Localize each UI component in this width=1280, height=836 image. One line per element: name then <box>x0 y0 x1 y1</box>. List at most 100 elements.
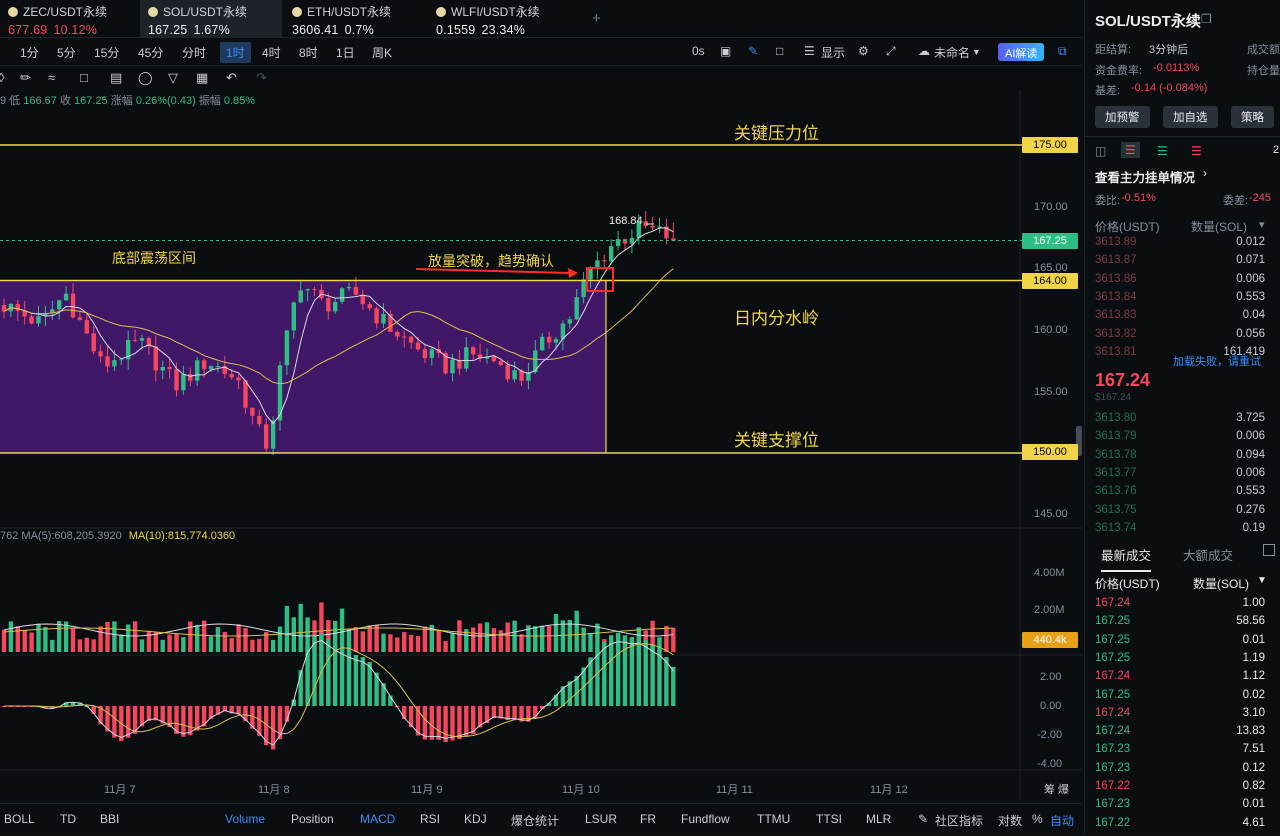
orderbook-row[interactable]: 3613.84 0.553 <box>1085 291 1280 309</box>
interval-1d[interactable]: 1日 <box>336 44 355 61</box>
log-scale-toggle[interactable]: 对数 <box>998 812 1022 829</box>
orderbook-row[interactable]: 3613.80 3.725 <box>1085 412 1280 430</box>
tab-latest-trades[interactable]: 最新成交 <box>1101 545 1152 572</box>
chevron-down-icon[interactable]: ▾ <box>1259 218 1265 231</box>
trade-row[interactable]: 167.23 0.01 <box>1085 798 1280 816</box>
display-button[interactable]: 显示 <box>821 44 845 61</box>
tab-zec[interactable]: ZEC/USDT永续 677.69 10.12% <box>0 0 140 38</box>
trade-row[interactable]: 167.24 13.83 <box>1085 725 1280 743</box>
large-trades-checkbox[interactable] <box>1263 544 1275 556</box>
indicator-community[interactable]: 社区指标 <box>935 812 983 829</box>
load-failed-message[interactable]: 加载失败，请重试 <box>1173 353 1261 369</box>
trade-row[interactable]: 167.24 1.00 <box>1085 597 1280 615</box>
filter-icon[interactable]: ▽ <box>168 70 178 86</box>
tab-large-trades[interactable]: 大额成交 <box>1183 545 1233 564</box>
indicator-td[interactable]: TD <box>60 812 76 826</box>
cloud-icon[interactable]: ☁ <box>918 44 930 58</box>
add-tab-button[interactable]: + <box>592 10 601 27</box>
add-alert-button[interactable]: 加预警 <box>1095 106 1150 128</box>
interval-15m[interactable]: 15分 <box>94 44 119 61</box>
gear-icon[interactable]: ⚙ <box>858 44 869 58</box>
indicator-mlr[interactable]: MLR <box>866 812 891 826</box>
display-icon[interactable]: ☰ <box>804 44 815 58</box>
replay-seconds[interactable]: 0s <box>692 44 705 58</box>
chevron-right-icon[interactable]: › <box>1203 166 1207 180</box>
brush-icon[interactable]: ✏ <box>20 70 31 86</box>
share-icon[interactable]: ⧉ <box>1058 44 1067 59</box>
ai-interpret-button[interactable]: AI解读 <box>998 43 1045 61</box>
layout-name-select[interactable]: 未命名 <box>934 44 970 61</box>
orderbook-row[interactable]: 3613.75 0.276 <box>1085 504 1280 522</box>
orderbook-row[interactable]: 3613.87 0.071 <box>1085 254 1280 272</box>
orderbook-row[interactable]: 3613.76 0.553 <box>1085 485 1280 503</box>
orderbook-row[interactable]: 3613.89 0.012 <box>1085 236 1280 254</box>
trade-row[interactable]: 167.25 0.01 <box>1085 634 1280 652</box>
interval-1h[interactable]: 1时 <box>220 42 251 63</box>
axis-corner-label[interactable]: 筹 爆 <box>1044 781 1069 797</box>
tab-wlfi[interactable]: WLFI/USDT永续 0.1559 23.34% <box>428 0 570 38</box>
depth-mode-icon[interactable]: ◫ <box>1095 144 1106 158</box>
orderbook-row[interactable]: 3613.86 0.006 <box>1085 273 1280 291</box>
chevron-down-icon[interactable]: ▼ <box>972 47 981 57</box>
kline-chart[interactable] <box>0 90 1082 800</box>
strategy-button[interactable]: 策略 <box>1231 106 1274 128</box>
indicator-fundflow[interactable]: Fundflow <box>681 812 730 826</box>
indicator-ttmu[interactable]: TTMU <box>757 812 790 826</box>
interval-4h[interactable]: 4时 <box>262 44 281 61</box>
percent-scale-toggle[interactable]: % <box>1032 812 1043 826</box>
indicator-boll[interactable]: BOLL <box>4 812 35 826</box>
chevron-down-icon[interactable]: ▼ <box>1257 575 1267 586</box>
indicator-lsur[interactable]: LSUR <box>585 812 617 826</box>
trade-row[interactable]: 167.25 58.56 <box>1085 615 1280 633</box>
undo-icon[interactable]: ↶ <box>226 70 237 86</box>
trade-row[interactable]: 167.24 3.10 <box>1085 707 1280 725</box>
trade-row[interactable]: 167.23 7.51 <box>1085 743 1280 761</box>
interval-5m[interactable]: 5分 <box>57 44 76 61</box>
orderbook-row[interactable]: 3613.79 0.006 <box>1085 430 1280 448</box>
copy-icon[interactable]: ❐ <box>1201 12 1212 26</box>
add-watchlist-button[interactable]: 加自选 <box>1163 106 1218 128</box>
orderbook-row[interactable]: 3613.74 0.19 <box>1085 522 1280 540</box>
interval-week[interactable]: 周K <box>372 44 392 61</box>
interval-timeshare[interactable]: 分时 <box>182 44 206 61</box>
layout-icon[interactable]: □ <box>776 44 783 58</box>
trade-row[interactable]: 167.25 0.02 <box>1085 689 1280 707</box>
magnet-icon[interactable]: ◯ <box>138 70 153 86</box>
depth-precision[interactable]: 2 <box>1273 144 1279 156</box>
lock-icon[interactable]: □ <box>80 70 88 85</box>
indicator-fr[interactable]: FR <box>640 812 656 826</box>
trade-row[interactable]: 167.24 1.12 <box>1085 670 1280 688</box>
trade-row[interactable]: 167.22 0.82 <box>1085 780 1280 798</box>
indicator-volume[interactable]: Volume <box>225 812 265 826</box>
indicator-ttsi[interactable]: TTSI <box>816 812 842 826</box>
cursor-icon[interactable]: ◊ <box>0 70 4 85</box>
pen-icon[interactable]: ✎ <box>748 44 758 58</box>
main-orders-link[interactable]: 查看主力挂单情况 <box>1095 167 1195 186</box>
trade-row[interactable]: 167.25 1.19 <box>1085 652 1280 670</box>
trash-icon[interactable]: ▦ <box>196 70 208 86</box>
interval-45m[interactable]: 45分 <box>138 44 163 61</box>
orderbook-row[interactable]: 3613.77 0.006 <box>1085 467 1280 485</box>
redo-icon[interactable]: ↷ <box>256 70 267 86</box>
indicator-bbi[interactable]: BBI <box>100 812 119 826</box>
note-icon[interactable]: ▤ <box>110 70 122 86</box>
community-icon[interactable]: ✎ <box>918 812 928 826</box>
fullscreen-icon[interactable]: ⤢ <box>886 44 896 59</box>
indicator-position[interactable]: Position <box>291 812 334 826</box>
orderbook-row[interactable]: 3613.82 0.056 <box>1085 328 1280 346</box>
depth-both-icon[interactable]: ☰ <box>1121 142 1140 158</box>
indicator-liquidation[interactable]: 爆仓统计 <box>511 812 559 829</box>
depth-asks-icon[interactable]: ☰ <box>1191 144 1202 158</box>
indicator-kdj[interactable]: KDJ <box>464 812 487 826</box>
pattern-icon[interactable]: ≈ <box>48 70 55 85</box>
depth-bids-icon[interactable]: ☰ <box>1157 144 1168 158</box>
indicator-macd[interactable]: MACD <box>360 812 395 826</box>
orderbook-row[interactable]: 3613.83 0.04 <box>1085 309 1280 327</box>
orderbook-row[interactable]: 3613.78 0.094 <box>1085 449 1280 467</box>
tab-sol[interactable]: SOL/USDT永续 167.25 1.67% <box>140 0 282 38</box>
interval-8h[interactable]: 8时 <box>299 44 318 61</box>
interval-1m[interactable]: 1分 <box>20 44 39 61</box>
indicator-rsi[interactable]: RSI <box>420 812 440 826</box>
camera-icon[interactable]: ▣ <box>720 44 731 58</box>
trade-row[interactable]: 167.22 4.61 <box>1085 817 1280 835</box>
